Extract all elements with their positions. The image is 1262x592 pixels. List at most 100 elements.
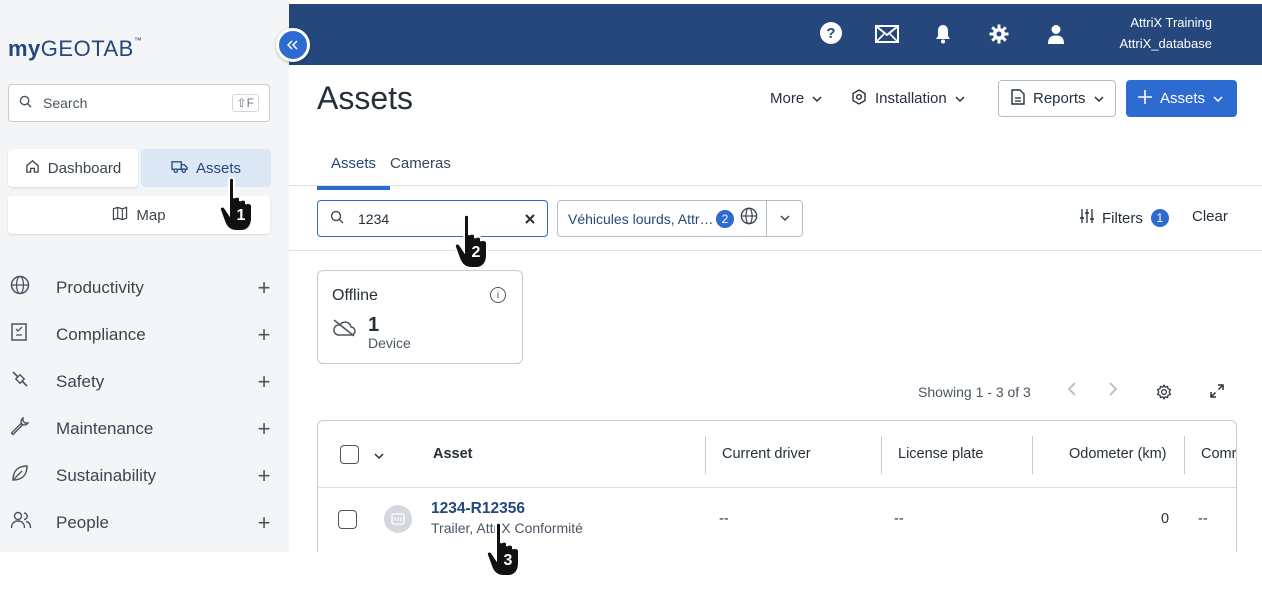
pointer-cursor-2: 2: [450, 213, 494, 271]
expand-icon[interactable]: +: [249, 463, 279, 489]
group-filter-text: Véhicules lourds, Attr…: [568, 210, 714, 227]
map-label: Map: [136, 206, 166, 224]
reports-menu-button[interactable]: Reports: [998, 80, 1116, 117]
tab-cameras[interactable]: Cameras: [376, 147, 465, 190]
expand-icon[interactable]: +: [249, 416, 279, 442]
map-icon: [112, 206, 128, 224]
next-page-icon[interactable]: [1108, 380, 1118, 403]
previous-page-icon[interactable]: [1067, 380, 1077, 403]
top-bar: ? AttriX Training AttriX_database: [289, 4, 1262, 65]
expand-icon[interactable]: +: [249, 322, 279, 348]
more-menu-button[interactable]: More: [770, 80, 822, 117]
sidebar-item-safety[interactable]: Safety +: [0, 358, 289, 405]
logo-trademark: ™: [133, 36, 143, 45]
expand-icon[interactable]: +: [249, 275, 279, 301]
reports-label: Reports: [1033, 90, 1086, 107]
installation-menu-button[interactable]: Installation: [851, 80, 965, 117]
quick-dashboard-button[interactable]: Dashboard: [8, 149, 138, 187]
offline-status-card[interactable]: Offline i 1 Device: [317, 270, 523, 364]
add-asset-button[interactable]: Assets: [1126, 80, 1237, 117]
logo-text: GEOTAB: [40, 36, 134, 61]
database-name[interactable]: AttriX_database: [1119, 36, 1212, 51]
cursor-step-number: 2: [472, 244, 481, 261]
column-header-driver[interactable]: Current driver: [722, 446, 811, 462]
clear-filters-button[interactable]: Clear: [1192, 208, 1228, 225]
globe-icon[interactable]: [740, 207, 758, 230]
search-icon: [330, 210, 344, 227]
bottom-blank-area: [0, 552, 1262, 592]
installation-icon: [851, 88, 867, 109]
gear-icon[interactable]: [989, 22, 1009, 46]
column-header-odometer[interactable]: Odometer (km): [1069, 446, 1167, 462]
globe-icon: [10, 275, 56, 300]
sidebar-item-productivity[interactable]: Productivity +: [0, 264, 289, 311]
help-icon[interactable]: ?: [820, 22, 842, 44]
tabs-divider: [289, 185, 1262, 186]
column-divider[interactable]: [705, 436, 706, 474]
expand-fullscreen-icon[interactable]: [1210, 384, 1224, 403]
pointer-cursor-3: 3: [482, 521, 526, 579]
sidebar-item-compliance[interactable]: Compliance +: [0, 311, 289, 358]
card-unit: Device: [368, 335, 411, 351]
sidebar-item-maintenance[interactable]: Maintenance +: [0, 405, 289, 452]
table-row[interactable]: 1234-R12356 Trailer, AttriX Conformité -…: [318, 488, 1236, 558]
geotab-logo[interactable]: myGEOTAB™: [8, 36, 142, 62]
search-placeholder: Search: [43, 95, 88, 111]
expand-icon[interactable]: +: [249, 510, 279, 536]
assets-label: Assets: [195, 159, 241, 177]
group-filter-select[interactable]: Véhicules lourds, Attr… 2: [557, 200, 803, 237]
asset-search-input[interactable]: 1234: [317, 200, 548, 237]
people-icon: [10, 510, 56, 535]
cloud-off-icon: [332, 319, 356, 343]
sidebar-search-input[interactable]: Search ⇧F: [8, 84, 270, 122]
truck-icon: [171, 159, 188, 177]
view-tabs: Assets Cameras: [317, 147, 465, 190]
card-count: 1: [368, 314, 380, 336]
report-icon: [1011, 88, 1025, 109]
sidebar-item-label: Safety: [56, 371, 105, 391]
column-header-comment[interactable]: Comr: [1201, 446, 1236, 462]
plus-icon: [1138, 89, 1152, 108]
double-chevron-left-icon: [286, 38, 299, 53]
clear-search-icon[interactable]: [525, 211, 535, 227]
logo-prefix: my: [8, 36, 41, 61]
wrench-icon: [10, 416, 56, 441]
bell-icon[interactable]: [935, 22, 951, 46]
user-name[interactable]: AttriX Training: [1130, 15, 1212, 30]
comment-cell: --: [1198, 511, 1208, 527]
user-icon[interactable]: [1048, 22, 1064, 46]
column-divider[interactable]: [881, 436, 882, 474]
home-icon: [25, 159, 40, 177]
chevron-down-icon: [1094, 90, 1104, 107]
column-divider[interactable]: [1184, 436, 1185, 474]
sidebar-item-people[interactable]: People +: [0, 499, 289, 546]
collapse-sidebar-button[interactable]: [276, 28, 310, 62]
row-checkbox[interactable]: [338, 510, 357, 529]
select-menu-chevron-icon[interactable]: [374, 448, 384, 464]
asset-avatar: [384, 505, 412, 533]
dashboard-label: Dashboard: [47, 159, 122, 177]
filters-label: Filters: [1102, 209, 1143, 227]
assets-table: Asset Current driver License plate Odome…: [317, 420, 1237, 560]
chevron-down-icon: [1213, 90, 1223, 107]
info-icon[interactable]: i: [490, 287, 506, 303]
asset-name-link[interactable]: 1234-R12356: [431, 500, 525, 518]
column-header-license-plate[interactable]: License plate: [898, 446, 983, 462]
expand-icon[interactable]: +: [249, 369, 279, 395]
sidebar-item-label: Sustainability: [56, 465, 157, 485]
column-header-asset[interactable]: Asset: [433, 446, 473, 462]
sidebar-item-label: People: [56, 512, 109, 532]
mail-icon[interactable]: [875, 22, 899, 46]
group-count-badge: 2: [716, 209, 734, 228]
sidebar-item-sustainability[interactable]: Sustainability +: [0, 452, 289, 499]
chevron-down-icon: [812, 90, 822, 107]
chevron-down-icon[interactable]: [766, 201, 802, 236]
filter-divider: [289, 250, 1262, 251]
select-all-checkbox[interactable]: [340, 445, 359, 464]
column-divider[interactable]: [1032, 436, 1033, 474]
app-frame: myGEOTAB™ Search ⇧F Dashboard Assets Map…: [0, 0, 1262, 592]
more-label: More: [770, 90, 805, 107]
column-settings-icon[interactable]: [1156, 384, 1172, 405]
sidebar-item-label: Compliance: [56, 324, 146, 344]
filters-button[interactable]: Filters 1: [1080, 208, 1169, 228]
